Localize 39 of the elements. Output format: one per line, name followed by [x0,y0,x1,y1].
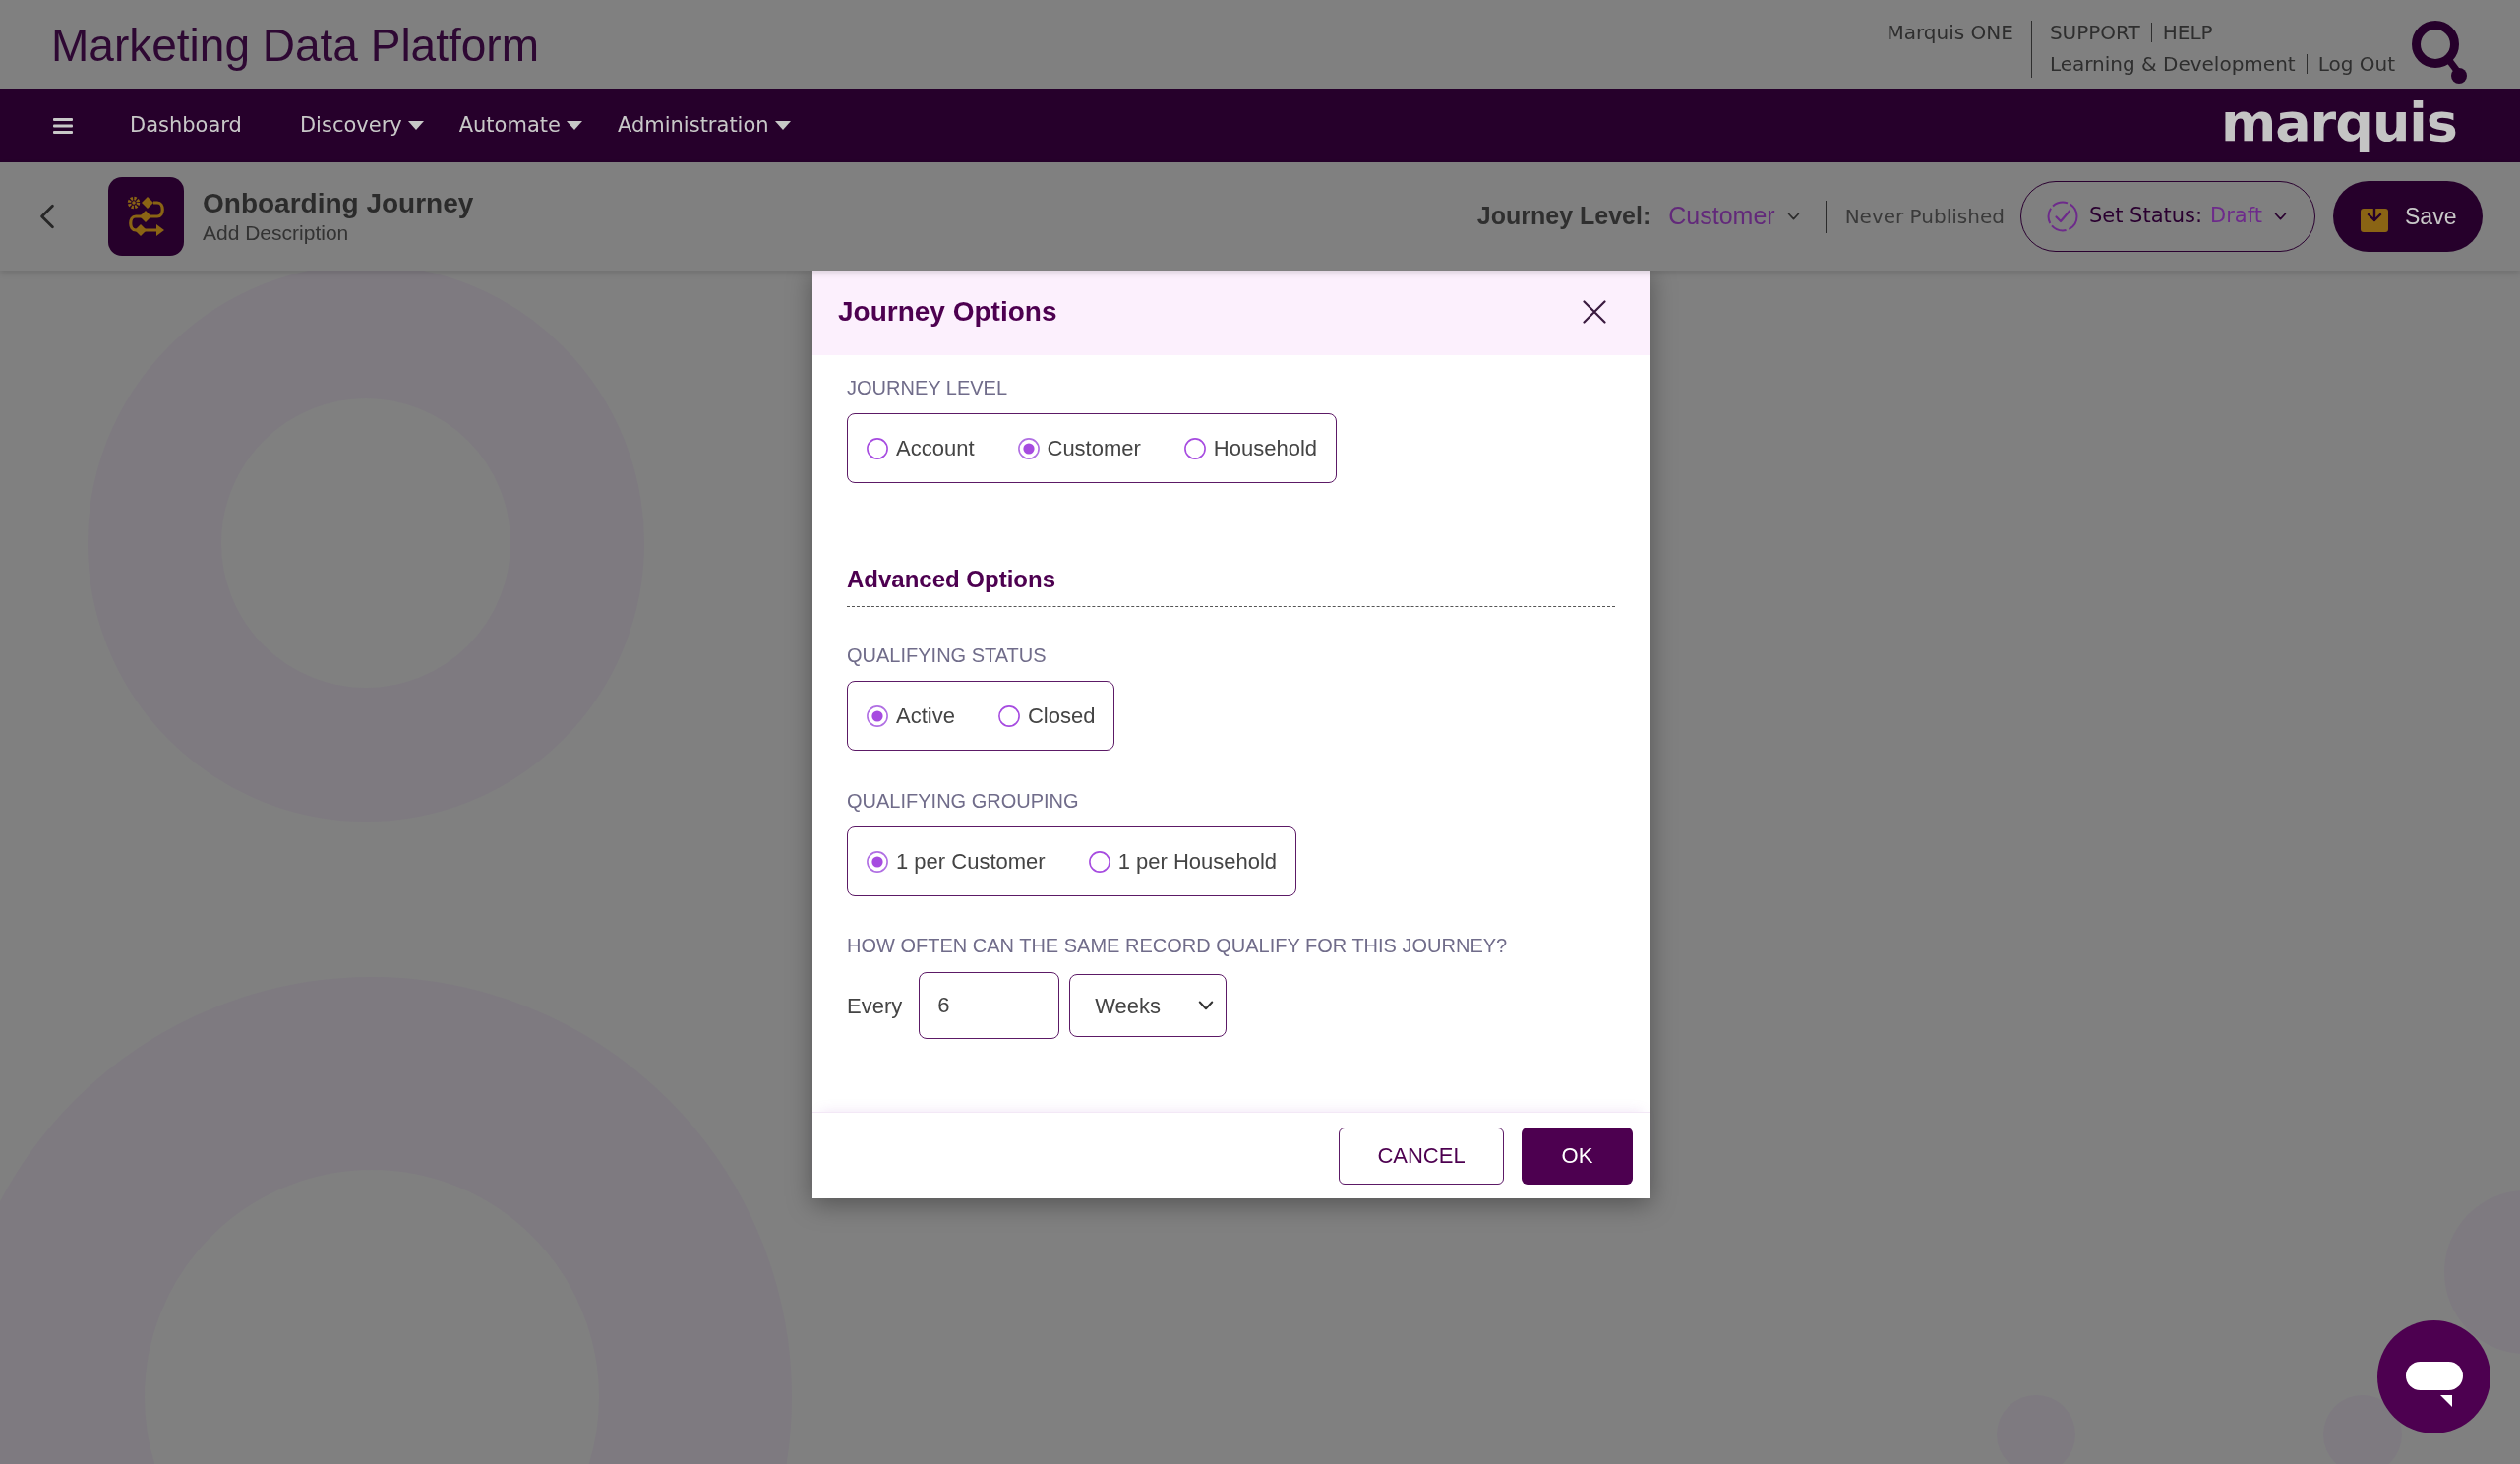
nav-menu-item[interactable]: Discovery [299,109,424,142]
ok-button[interactable]: OK [1522,1127,1633,1185]
close-icon [1583,299,1606,324]
chevron-left-icon [39,204,55,229]
field-label: HOW OFTEN CAN THE SAME RECORD QUALIFY FOR THIS JOURNEY? [847,934,1509,957]
nav-menu-item[interactable]: Automate [458,109,582,142]
field-label: JOURNEY LEVEL [847,376,1009,399]
radio-option[interactable]: 1 per Household [1088,850,1278,873]
radio-option[interactable]: Active [867,704,955,727]
close-button[interactable] [1582,298,1607,325]
radio-option[interactable]: 1 per Customer [867,850,1046,873]
app-title: Marketing Data Platform [51,20,539,71]
search-icon[interactable] [2411,20,2467,84]
chevron-down-icon [1786,213,1800,220]
chevron-down-icon [1198,1001,1215,1010]
workflow-icon [108,177,184,256]
field-label: QUALIFYING STATUS [847,643,1048,667]
chat-bubble-icon [2405,1361,2463,1407]
menu-icon[interactable] [53,117,73,134]
check-circle-icon [2046,201,2078,232]
nav-menu-item[interactable]: Dashboard [130,109,265,142]
radio-option[interactable]: Household [1183,437,1318,459]
section-heading: Advanced Options [847,566,1057,593]
nav-menu-item[interactable]: Administration [617,109,791,142]
chevron-down-icon [2274,213,2287,220]
cancel-button[interactable]: CANCEL [1339,1127,1504,1185]
journey-level-label: Journey Level: [1476,201,1651,232]
field-label: QUALIFYING GROUPING [847,789,1080,813]
brand-logo: marquis [2220,95,2457,150]
radio-option[interactable]: Account [867,437,975,459]
publish-status-text: Never Published [1844,204,2005,230]
radio-option[interactable]: Closed [997,704,1096,727]
every-label: Every [847,992,903,1020]
dialog-title: Journey Options [838,294,1057,329]
interval-input[interactable]: 6 [919,972,1060,1039]
radio-option[interactable]: Customer [1017,437,1141,459]
save-button[interactable]: Save [2333,181,2483,252]
unit-select[interactable]: Weeks [1069,974,1228,1037]
journey-title: Onboarding Journey [203,187,474,220]
